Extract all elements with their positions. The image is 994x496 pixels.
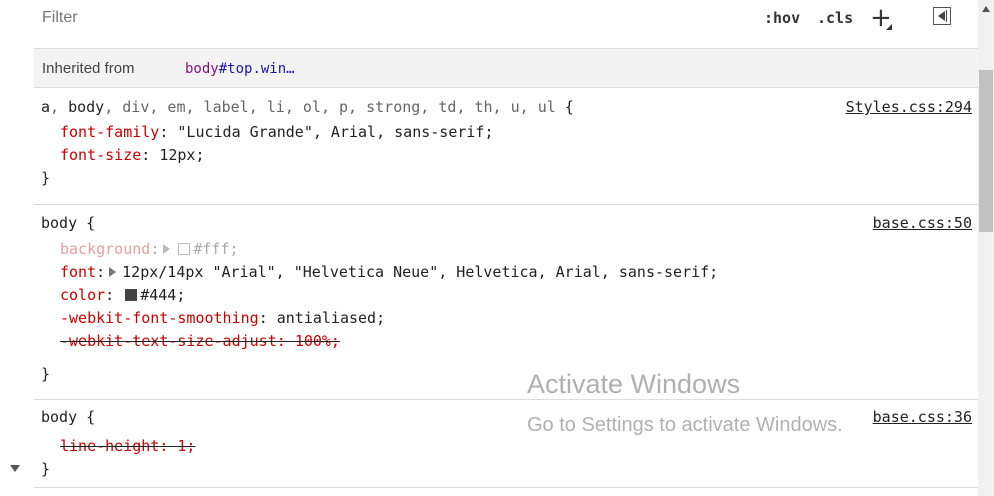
color-swatch[interactable]	[125, 289, 138, 301]
rule-close-brace: }	[41, 460, 51, 478]
source-link[interactable]: Styles.css:294	[846, 98, 972, 116]
declaration[interactable]: font: 12px/14px "Arial", "Helvetica Neue"…	[60, 261, 718, 284]
activate-windows-subtitle: Go to Settings to activate Windows.	[527, 414, 843, 436]
style-rule: a, body, div, em, label, li, ol, p, stro…	[34, 88, 978, 205]
rule-selector[interactable]: body {	[41, 406, 95, 429]
class-toggle[interactable]: .cls	[817, 9, 853, 27]
declaration-overridden[interactable]: -webkit-text-size-adjust: 100%;	[60, 330, 340, 353]
rule-close-brace: }	[41, 365, 51, 383]
color-swatch[interactable]	[178, 243, 191, 255]
declaration[interactable]: font-size: 12px;	[60, 144, 205, 167]
declaration[interactable]: color: #444;	[60, 284, 185, 307]
rule-selector[interactable]: a, body, div, em, label, li, ol, p, stro…	[41, 96, 574, 119]
dropdown-arrow-icon[interactable]	[10, 465, 20, 472]
new-rule-menu-corner-icon[interactable]	[886, 24, 892, 30]
declaration-overridden[interactable]: line-height: 1;	[60, 435, 195, 458]
source-link[interactable]: base.css:36	[873, 408, 972, 426]
vertical-scrollbar[interactable]	[978, 0, 994, 496]
activate-windows-title: Activate Windows	[527, 369, 741, 399]
new-style-rule-button[interactable]: +	[870, 0, 892, 36]
inherited-section-header: Inherited from body#top.win…	[34, 48, 978, 88]
scrollbar-thumb[interactable]	[979, 70, 993, 232]
inherited-label: Inherited from	[42, 60, 135, 77]
toggle-sidebar-icon[interactable]	[933, 7, 951, 25]
scroll-up-arrow-icon[interactable]	[982, 6, 990, 12]
hover-state-toggle[interactable]: :hov	[764, 9, 800, 27]
declaration[interactable]: -webkit-font-smoothing: antialiased;	[60, 307, 385, 330]
styles-pane: :hov .cls + Inherited from body#top.win……	[34, 0, 978, 496]
declaration-inactive[interactable]: background: #fff;	[60, 238, 239, 261]
expand-shorthand-icon[interactable]	[163, 244, 171, 254]
styles-toolbar: :hov .cls +	[34, 0, 978, 36]
declaration[interactable]: font-family: "Lucida Grande", Arial, san…	[60, 121, 493, 144]
expand-shorthand-icon[interactable]	[109, 267, 117, 277]
left-gutter	[0, 0, 34, 496]
source-link[interactable]: base.css:50	[873, 214, 972, 232]
inherited-element-link[interactable]: body#top.win…	[185, 61, 295, 77]
rule-close-brace: }	[41, 169, 51, 187]
filter-input[interactable]	[42, 4, 642, 32]
style-rule: body { base.css:50 background: #fff; font…	[34, 205, 978, 400]
rule-selector[interactable]: body {	[41, 212, 95, 235]
